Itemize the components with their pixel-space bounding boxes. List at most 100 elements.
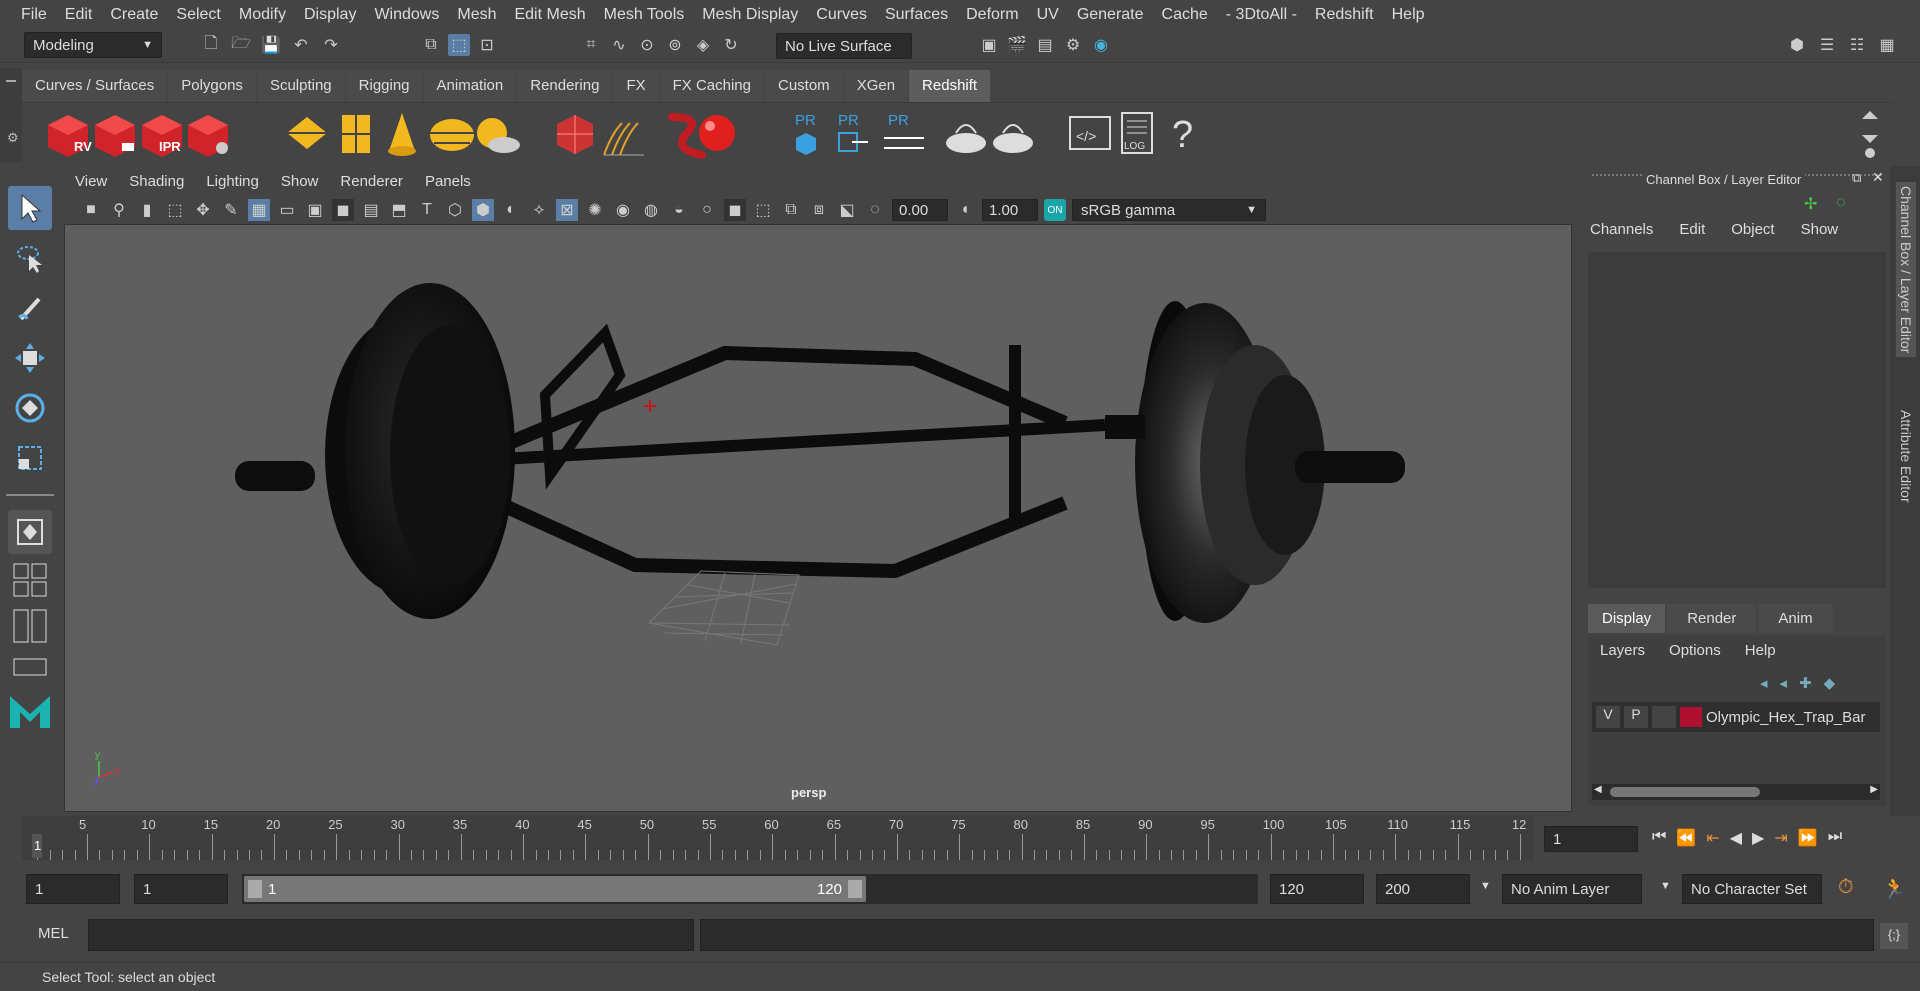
lasso-tool-icon[interactable] (8, 236, 52, 280)
redshift-pr-import-icon[interactable]: PR (838, 112, 868, 152)
tab-polygons[interactable]: Polygons (168, 70, 256, 102)
menu-display[interactable]: Display (295, 6, 365, 24)
go-to-end-icon[interactable]: ⏭ (1828, 828, 1842, 848)
scroll-right-icon[interactable]: ▶ (1870, 784, 1878, 795)
field-chart-icon[interactable]: ▤ (360, 199, 382, 221)
redshift-render-view-icon[interactable]: RV (48, 115, 92, 157)
textured-icon[interactable]: ⊠ (556, 199, 578, 221)
menu-file[interactable]: File (12, 6, 56, 24)
menu-modify[interactable]: Modify (230, 6, 295, 24)
viewport-menu-renderer[interactable]: Renderer (329, 173, 414, 190)
scale-tool-icon[interactable] (8, 436, 52, 480)
render-frame-icon[interactable]: 🎬 (1006, 34, 1028, 56)
step-forward-key-icon[interactable]: ⏩ (1798, 828, 1818, 848)
use-all-lights-icon[interactable]: ✺ (584, 199, 606, 221)
range-end-grip[interactable] (848, 880, 862, 898)
default-material-icon[interactable]: ◐ (500, 199, 522, 221)
move-layer-up-icon[interactable]: ◂ (1760, 674, 1768, 692)
layer-scroll-thumb[interactable] (1610, 787, 1760, 797)
menu-cache[interactable]: Cache (1153, 6, 1217, 24)
grease-pencil-icon[interactable]: ✎ (220, 199, 242, 221)
redshift-curve-icon[interactable] (668, 113, 706, 159)
animation-start-field[interactable]: 1 (26, 874, 120, 904)
channel-box-icon[interactable]: ▦ (1876, 34, 1898, 56)
layout-single-icon[interactable] (8, 510, 52, 554)
shelf-settings-icon[interactable]: ⚙ (7, 130, 22, 146)
scroll-left-icon[interactable]: ◀ (1594, 784, 1602, 795)
ipr-render-icon[interactable]: ▤ (1034, 34, 1056, 56)
color-space-selector[interactable]: sRGB gamma ▼ (1072, 199, 1266, 221)
redshift-sphere-icon[interactable] (699, 115, 735, 151)
tab-animation[interactable]: Animation (423, 70, 517, 102)
time-slider[interactable]: 5 10 15 20 25 30 35 40 45 50 55 60 65 70 75 80 85 90 95 100… (22, 816, 1534, 860)
playback-start-field[interactable]: 1 (134, 874, 228, 904)
rotate-tool-icon[interactable] (8, 386, 52, 430)
layers-menu[interactable]: Layers (1600, 642, 1645, 659)
character-set-field[interactable]: No Character Set (1682, 874, 1822, 904)
tab-fx-caching[interactable]: FX Caching (659, 70, 764, 102)
redshift-render-frame-icon[interactable] (95, 115, 135, 157)
layout-outliner-icon[interactable] (8, 606, 52, 646)
help-icon[interactable]: ? (1172, 114, 1193, 156)
anim-layer-menu-icon[interactable]: ▼ (1480, 880, 1491, 892)
close-icon[interactable]: ✕ (1872, 169, 1884, 186)
image-plane-icon[interactable]: ⬚ (164, 199, 186, 221)
tab-xgen[interactable]: XGen (843, 70, 909, 102)
channel-list[interactable] (1588, 252, 1886, 588)
menu-mesh[interactable]: Mesh (448, 6, 505, 24)
redshift-sun-sky-icon[interactable] (477, 118, 520, 153)
select-object-icon[interactable]: ⬚ (448, 34, 470, 56)
xray-joints-icon[interactable]: ⧈ (808, 199, 830, 221)
select-component-icon[interactable]: ⊡ (476, 34, 498, 56)
menu-help[interactable]: Help (1383, 6, 1434, 24)
menu-windows[interactable]: Windows (365, 6, 448, 24)
motion-blur-icon[interactable]: ◒ (668, 199, 690, 221)
range-slider-handle[interactable]: 1 120 (244, 876, 866, 902)
command-input[interactable] (88, 919, 694, 951)
new-scene-icon[interactable]: 🗋 (200, 34, 222, 56)
open-scene-icon[interactable]: 🗁 (230, 34, 252, 56)
xray-icon[interactable]: ⧉ (780, 199, 802, 221)
hex-trap-bar[interactable] (235, 283, 1405, 623)
tab-anim[interactable]: Anim (1758, 604, 1833, 633)
snap-view-icon[interactable]: ⊚ (664, 34, 686, 56)
go-to-start-icon[interactable]: ⏮ (1652, 828, 1666, 848)
resolution-gate-icon[interactable]: ▣ (304, 199, 326, 221)
layout-four-icon[interactable] (8, 560, 52, 600)
object-menu[interactable]: Object (1731, 221, 1774, 238)
redshift-pr-export-icon[interactable]: PR (795, 112, 816, 155)
paint-select-icon[interactable] (8, 286, 52, 330)
menu-3dtoall[interactable]: - 3DtoAll - (1217, 6, 1306, 24)
channels-menu[interactable]: Channels (1590, 221, 1653, 238)
show-menu[interactable]: Show (1801, 221, 1839, 238)
viewport-menu-panels[interactable]: Panels (414, 173, 482, 190)
color-management-icon[interactable]: ON (1044, 199, 1066, 221)
menu-curves[interactable]: Curves (807, 6, 876, 24)
smooth-shade-icon[interactable]: ⬢ (472, 199, 494, 221)
layer-scrollbar[interactable]: ◀ ▶ (1592, 784, 1880, 800)
layer-display-type-toggle[interactable] (1652, 706, 1676, 728)
range-start-grip[interactable] (248, 880, 262, 898)
command-language-toggle[interactable]: MEL (38, 925, 69, 942)
gamma-field[interactable]: 1.00 (982, 199, 1038, 221)
camera-attributes-icon[interactable]: ⚲ (108, 199, 130, 221)
step-forward-frame-icon[interactable]: ⇥ (1774, 828, 1787, 848)
grid-icon[interactable]: ▦ (248, 199, 270, 221)
menu-surfaces[interactable]: Surfaces (876, 6, 957, 24)
redshift-light-dome-icon[interactable] (430, 119, 474, 151)
layer-name[interactable]: Olympic_Hex_Trap_Bar (1706, 709, 1866, 726)
tab-fx[interactable]: FX (613, 70, 659, 102)
shadows-icon[interactable]: ◉ (612, 199, 634, 221)
tab-custom[interactable]: Custom (765, 70, 843, 102)
tab-rendering[interactable]: Rendering (517, 70, 613, 102)
viewport-menu-lighting[interactable]: Lighting (195, 173, 270, 190)
redshift-bowl-alt-icon[interactable] (993, 124, 1033, 153)
redshift-light-spot-icon[interactable] (388, 113, 416, 156)
current-frame-field[interactable]: 1 (1544, 826, 1638, 852)
layer-color-swatch[interactable] (1680, 707, 1702, 727)
live-surface-field[interactable]: No Live Surface (776, 33, 912, 59)
redshift-bowl-icon[interactable] (946, 124, 986, 153)
attribute-editor-icon[interactable]: ☰ (1816, 34, 1838, 56)
play-backwards-icon[interactable]: ◀ (1730, 828, 1742, 848)
safe-title-icon[interactable]: T (416, 199, 438, 221)
